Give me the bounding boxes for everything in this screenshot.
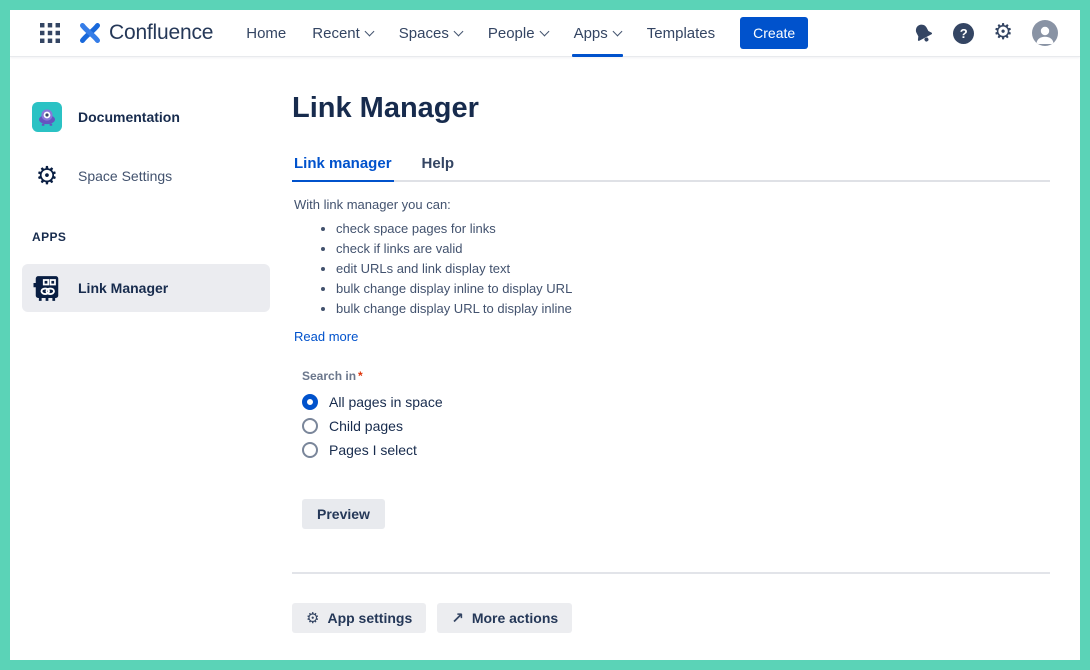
feature-item: check if links are valid <box>336 241 1050 257</box>
nav-people[interactable]: People <box>475 10 561 57</box>
nav-apps[interactable]: Apps <box>561 10 634 57</box>
space-settings-gear-icon: ⚙ <box>32 161 62 191</box>
sidebar-section-apps: APPS <box>32 230 270 244</box>
nav-home-label: Home <box>246 25 286 42</box>
navbar-actions: ? ⚙ <box>912 20 1058 46</box>
radio-button-selected[interactable] <box>302 394 318 410</box>
chevron-down-icon <box>453 26 463 36</box>
nav-templates[interactable]: Templates <box>634 10 728 57</box>
page-title: Link Manager <box>292 92 1050 125</box>
primary-nav: Home Recent Spaces People Apps Templates <box>233 10 728 57</box>
radio-option-label: Pages I select <box>329 442 417 458</box>
nav-people-label: People <box>488 25 535 42</box>
nav-recent[interactable]: Recent <box>299 10 386 57</box>
confluence-logo-text: Confluence <box>109 21 213 45</box>
arrow-up-right-icon: ↗ <box>451 611 464 626</box>
space-sidebar: Documentation ⚙ Space Settings APPS <box>10 57 282 660</box>
preview-button[interactable]: Preview <box>302 499 385 529</box>
chevron-down-icon <box>612 26 622 36</box>
footer-actions: ⚙ App settings ↗ More actions <box>292 603 1050 633</box>
confluence-logo-icon <box>78 21 102 45</box>
nav-recent-label: Recent <box>312 25 360 42</box>
feature-item: bulk change display inline to display UR… <box>336 281 1050 297</box>
search-in-radio-group: All pages in space Child pages Pages I s… <box>292 394 1050 458</box>
nav-home[interactable]: Home <box>233 10 299 57</box>
feature-item: edit URLs and link display text <box>336 261 1050 277</box>
feature-item: check space pages for links <box>336 221 1050 237</box>
main-content: Link Manager Link manager Help With link… <box>282 57 1080 660</box>
app-settings-label: App settings <box>327 610 412 626</box>
radio-option-all-pages[interactable]: All pages in space <box>302 394 1050 410</box>
feature-item: bulk change display URL to display inlin… <box>336 301 1050 317</box>
app-window: Confluence Home Recent Spaces People App… <box>0 0 1090 670</box>
space-avatar-icon <box>32 102 62 132</box>
sidebar-item-space-settings[interactable]: ⚙ Space Settings <box>22 152 270 200</box>
tab-help[interactable]: Help <box>420 151 457 182</box>
sidebar-item-documentation[interactable]: Documentation <box>22 93 270 141</box>
page-body: Documentation ⚙ Space Settings APPS <box>10 57 1080 660</box>
confluence-logo[interactable]: Confluence <box>78 21 213 45</box>
section-divider <box>292 572 1050 574</box>
radio-option-label: All pages in space <box>329 394 443 410</box>
gear-icon: ⚙ <box>306 611 319 626</box>
settings-gear-icon[interactable]: ⚙ <box>993 22 1013 44</box>
help-icon[interactable]: ? <box>953 23 974 44</box>
create-button[interactable]: Create <box>740 17 808 49</box>
sidebar-item-label: Documentation <box>78 109 180 125</box>
nav-templates-label: Templates <box>647 25 715 42</box>
feature-list: check space pages for links check if lin… <box>292 221 1050 317</box>
required-marker: * <box>358 369 363 383</box>
top-navbar: Confluence Home Recent Spaces People App… <box>10 10 1080 57</box>
radio-option-child-pages[interactable]: Child pages <box>302 418 1050 434</box>
more-actions-button[interactable]: ↗ More actions <box>437 603 572 633</box>
read-more-link[interactable]: Read more <box>294 329 358 344</box>
chevron-down-icon <box>539 26 549 36</box>
app-switcher-icon[interactable] <box>40 23 60 43</box>
intro-text: With link manager you can: <box>294 197 1050 212</box>
radio-button[interactable] <box>302 418 318 434</box>
app-settings-button[interactable]: ⚙ App settings <box>292 603 426 633</box>
sidebar-item-link-manager[interactable]: Link Manager <box>22 264 270 312</box>
search-in-label-text: Search in <box>302 369 356 383</box>
chevron-down-icon <box>364 26 374 36</box>
tab-bar: Link manager Help <box>292 151 1050 182</box>
radio-option-label: Child pages <box>329 418 403 434</box>
tab-link-manager[interactable]: Link manager <box>292 151 394 182</box>
sidebar-item-label: Link Manager <box>78 280 168 296</box>
sidebar-item-label: Space Settings <box>78 168 172 184</box>
radio-button[interactable] <box>302 442 318 458</box>
user-avatar[interactable] <box>1032 20 1058 46</box>
nav-apps-label: Apps <box>574 25 608 42</box>
nav-spaces-label: Spaces <box>399 25 449 42</box>
more-actions-label: More actions <box>472 610 558 626</box>
search-in-label: Search in* <box>302 369 1050 383</box>
link-manager-app-icon <box>32 273 62 303</box>
radio-option-pages-i-select[interactable]: Pages I select <box>302 442 1050 458</box>
nav-spaces[interactable]: Spaces <box>386 10 475 57</box>
notifications-bell-icon[interactable] <box>908 18 938 48</box>
